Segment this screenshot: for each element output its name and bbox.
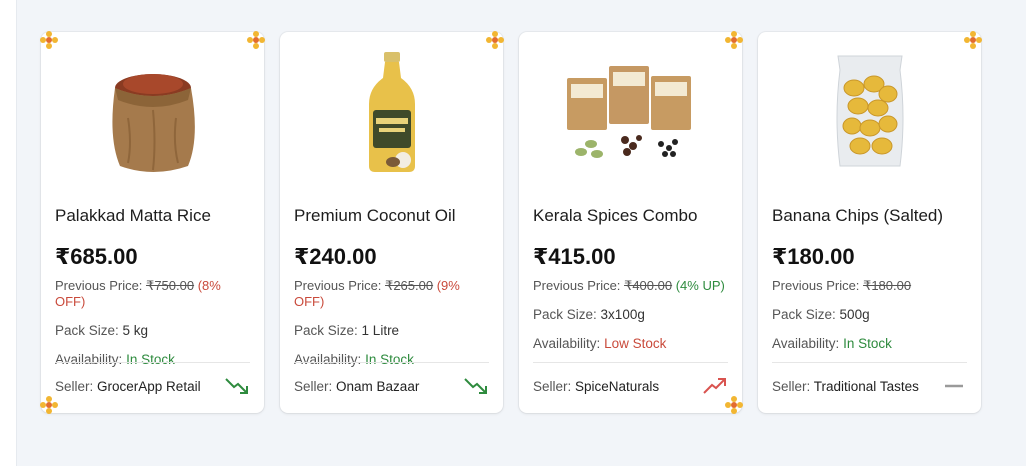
seller-row: Seller: GrocerApp Retail [55,376,250,396]
seller-label: Seller: [294,378,333,394]
product-grid: Palakkad Matta Rice ₹685.00 Previous Pri… [40,31,982,414]
flower-decoration-icon [40,31,58,49]
product-card[interactable]: Premium Coconut Oil ₹240.00 Previous Pri… [280,31,504,413]
product-card[interactable]: Kerala Spices Combo ₹415.00 Previous Pri… [519,31,743,414]
availability-row: Availability: In Stock [772,336,967,352]
seller-label: Seller: [55,378,94,394]
product-card[interactable]: Palakkad Matta Rice ₹685.00 Previous Pri… [40,31,265,414]
previous-price-label: Previous Price: [294,278,382,293]
previous-price-row: Previous Price: ₹265.00 (9% OFF) [294,278,489,310]
availability-row: Availability: Low Stock [533,336,728,352]
pack-size-value: 500g [839,307,870,322]
flower-decoration-icon [725,31,743,49]
availability-label: Availability: [294,352,362,367]
pack-size-row: Pack Size: 1 Litre [294,323,489,339]
availability-row: Availability: In Stock [55,352,250,368]
trend-down-icon [464,378,487,394]
pack-size-label: Pack Size: [533,307,597,322]
divider [533,362,728,363]
product-image[interactable] [772,38,967,188]
seller-name[interactable]: GrocerApp Retail [97,379,201,394]
flower-decoration-icon [725,396,743,414]
previous-price-label: Previous Price: [533,278,621,293]
seller-label: Seller: [772,378,811,394]
previous-price-row: Previous Price: ₹750.00 (8% OFF) [55,278,250,310]
seller-name[interactable]: SpiceNaturals [575,379,659,394]
chips-bag-icon [836,55,903,167]
spice-packets-icon [566,66,691,158]
availability-label: Availability: [533,336,601,351]
product-price: ₹415.00 [533,244,616,269]
seller-row: Seller: Traditional Tastes [772,376,967,396]
availability-status: In Stock [843,336,892,351]
price-change-badge: (4% UP) [675,278,725,293]
previous-price-row: Previous Price: ₹180.00 [772,278,967,294]
seller-label: Seller: [533,378,572,394]
flower-decoration-icon [247,31,265,49]
availability-status: In Stock [365,352,414,367]
product-price: ₹685.00 [55,244,138,269]
seller-row: Seller: SpiceNaturals [533,376,728,396]
seller-row: Seller: Onam Bazaar [294,376,489,396]
product-image[interactable] [294,38,489,188]
previous-price-value: ₹400.00 [624,278,673,293]
product-image[interactable] [55,38,250,188]
previous-price-label: Previous Price: [772,278,860,293]
pack-size-row: Pack Size: 500g [772,307,967,323]
availability-status: Low Stock [604,336,667,351]
flower-decoration-icon [40,396,58,414]
previous-price-value: ₹265.00 [385,278,434,293]
availability-label: Availability: [772,336,840,351]
seller-name[interactable]: Traditional Tastes [814,379,919,394]
divider [55,362,250,363]
flower-decoration-icon [964,31,982,49]
availability-row: Availability: In Stock [294,352,489,368]
product-price: ₹240.00 [294,244,377,269]
product-name[interactable]: Premium Coconut Oil [294,206,489,226]
product-name[interactable]: Kerala Spices Combo [533,206,728,226]
divider [772,362,967,363]
trend-down-icon [225,378,248,394]
oil-bottle-icon [368,52,415,172]
pack-size-value: 5 kg [122,323,149,338]
pack-size-row: Pack Size: 3x100g [533,307,728,323]
product-name[interactable]: Banana Chips (Salted) [772,206,967,226]
availability-status: In Stock [126,352,175,367]
pack-size-label: Pack Size: [55,323,119,338]
seller-name[interactable]: Onam Bazaar [336,379,419,394]
previous-price-value: ₹750.00 [146,278,195,293]
divider [294,362,489,363]
previous-price-row: Previous Price: ₹400.00 (4% UP) [533,278,728,294]
trend-flat-icon [945,384,963,388]
product-price: ₹180.00 [772,244,855,269]
pack-size-value: 1 Litre [361,323,400,338]
previous-price-value: ₹180.00 [863,278,912,293]
product-image[interactable] [533,38,728,188]
pack-size-row: Pack Size: 5 kg [55,323,250,339]
trend-up-icon [703,378,726,394]
pack-size-label: Pack Size: [772,307,836,322]
availability-label: Availability: [55,352,123,367]
rice-sack-icon [111,74,195,172]
pack-size-value: 3x100g [600,307,645,322]
flower-decoration-icon [486,31,504,49]
product-name[interactable]: Palakkad Matta Rice [55,206,250,226]
pack-size-label: Pack Size: [294,323,358,338]
previous-price-label: Previous Price: [55,278,143,293]
product-card[interactable]: Banana Chips (Salted) ₹180.00 Previous P… [758,31,982,413]
